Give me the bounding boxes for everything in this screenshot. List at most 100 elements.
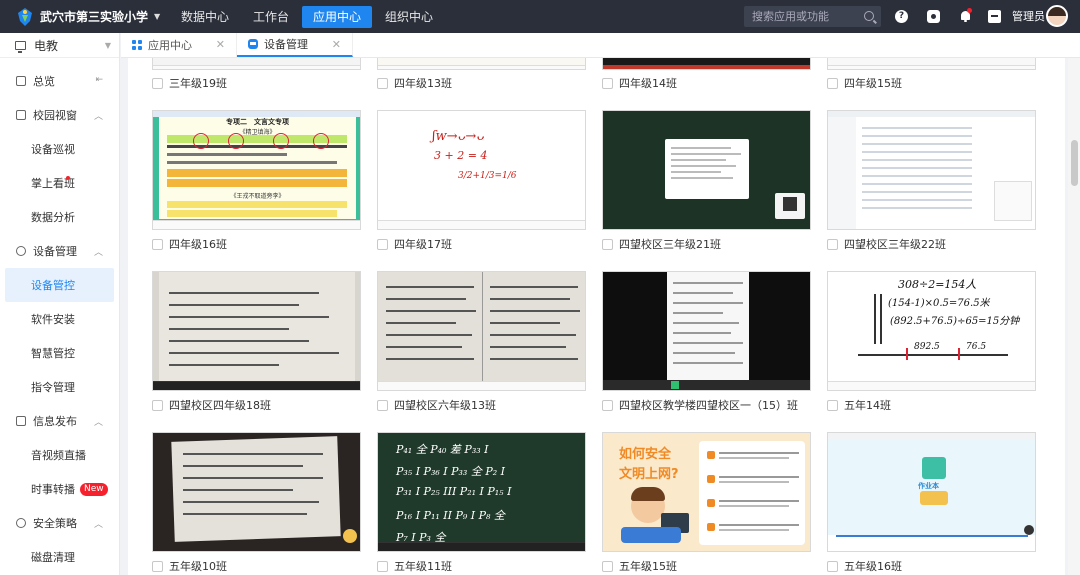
device-card[interactable]: 专项二 文言文专项 《精卫填海》 《王戎不取道旁李》	[152, 110, 361, 230]
device-card[interactable]	[827, 58, 1036, 70]
nav-app-center[interactable]: 应用中心	[302, 5, 373, 28]
sidebar-item-label: 音视频直播	[31, 449, 86, 462]
device-card[interactable]	[377, 58, 586, 70]
select-checkbox[interactable]	[602, 560, 613, 572]
select-checkbox[interactable]	[827, 77, 838, 89]
screen-thumbnail[interactable]: 308÷2=154人 (154-1)×0.5=76.5米 (892.5+76.5…	[827, 271, 1036, 391]
device-card[interactable]	[152, 432, 361, 552]
sidebar-item-software-install[interactable]: 软件安装	[0, 302, 119, 336]
sidebar-header[interactable]: 电教 ▼	[0, 33, 119, 58]
select-checkbox[interactable]	[152, 399, 163, 411]
device-card[interactable]	[602, 110, 811, 230]
nav-workbench[interactable]: 工作台	[242, 6, 300, 28]
select-checkbox[interactable]	[602, 77, 613, 89]
screen-thumbnail[interactable]	[377, 271, 586, 391]
select-checkbox[interactable]	[827, 399, 838, 411]
device-card[interactable]	[377, 271, 586, 391]
device-caption: 五年级15班	[602, 558, 677, 574]
tab-app-center[interactable]: 应用中心 ✕	[121, 33, 237, 57]
screen-thumbnail[interactable]	[152, 432, 361, 552]
whiteboard-toolbar	[378, 381, 585, 390]
sidebar-item-disk-cleanup[interactable]: 磁盘清理	[0, 540, 119, 574]
school-switcher[interactable]: 武穴市第三实验小学 ▼	[0, 7, 165, 27]
chevron-up-icon: ︿	[93, 418, 103, 428]
message-icon[interactable]	[988, 10, 1001, 23]
screen-thumbnail[interactable]: 作业本	[827, 432, 1036, 552]
sidebar-item-av-live[interactable]: 音视频直播	[0, 438, 119, 472]
screen-thumbnail[interactable]	[602, 271, 811, 391]
device-card[interactable]	[602, 58, 811, 70]
device-card[interactable]: 作业本	[827, 432, 1036, 552]
device-caption: 三年级19班	[152, 75, 227, 91]
screen-thumbnail[interactable]: ʃᴡ→ᴗ→ᴗ 3 + 2 = 4 3/2+1/3=1/6	[377, 110, 586, 230]
device-card[interactable]: 如何安全 文明上网?	[602, 432, 811, 552]
scrollbar-thumb[interactable]	[1071, 140, 1078, 186]
screen-thumbnail[interactable]	[602, 58, 811, 70]
screen-thumbnail[interactable]	[602, 110, 811, 230]
class-name: 五年级16班	[844, 560, 902, 573]
sidebar-item-data-analysis[interactable]: 数据分析	[0, 200, 119, 234]
screen-thumbnail[interactable]	[377, 58, 586, 70]
select-checkbox[interactable]	[602, 238, 613, 250]
screen-thumbnail[interactable]	[152, 271, 361, 391]
device-caption: 四年级15班	[827, 75, 902, 91]
tab-device-management[interactable]: 设备管理 ✕	[237, 33, 353, 57]
sidebar-item-label: 时事转播	[31, 483, 75, 496]
screen-thumbnail[interactable]: 如何安全 文明上网?	[602, 432, 811, 552]
screen-thumbnail[interactable]: P₄₁ 全 P₄₀ 差 P₃₃ I P₃₅ I P₃₆ I P₃₃ 全 P₂ I…	[377, 432, 586, 552]
top-bar: 武穴市第三实验小学 ▼ 数据中心 工作台 应用中心 组织中心 搜索应用或功能 ?…	[0, 0, 1080, 33]
device-card[interactable]	[602, 271, 811, 391]
screen-thumbnail[interactable]	[152, 58, 361, 70]
select-checkbox[interactable]	[602, 399, 613, 411]
sidebar-item-smart-control[interactable]: 智慧管控	[0, 336, 119, 370]
search-icon[interactable]	[864, 11, 874, 21]
help-icon[interactable]: ?	[895, 10, 908, 23]
sidebar-item-device-control[interactable]: 设备管控	[5, 268, 114, 302]
select-checkbox[interactable]	[377, 238, 388, 250]
select-checkbox[interactable]	[827, 238, 838, 250]
close-icon[interactable]: ✕	[332, 38, 341, 51]
select-checkbox[interactable]	[152, 560, 163, 572]
sidebar-group-campus[interactable]: 校园视窗 ︿	[0, 98, 119, 132]
device-card[interactable]: P₄₁ 全 P₄₀ 差 P₃₃ I P₃₅ I P₃₆ I P₃₃ 全 P₂ I…	[377, 432, 586, 552]
sidebar-item-overview[interactable]: 总览 ⇤	[0, 64, 119, 98]
close-icon[interactable]: ✕	[216, 38, 225, 51]
sidebar-group-info[interactable]: 信息发布 ︿	[0, 404, 119, 438]
device-card[interactable]: 308÷2=154人 (154-1)×0.5=76.5米 (892.5+76.5…	[827, 271, 1036, 391]
tab-label: 设备管理	[264, 38, 308, 51]
sidebar-item-mobile-view[interactable]: 掌上看班	[0, 166, 119, 200]
sidebar-group-security[interactable]: 安全策略 ︿	[0, 506, 119, 540]
device-icon	[248, 39, 258, 49]
nav-data-center[interactable]: 数据中心	[170, 6, 240, 28]
sidebar-group-device[interactable]: 设备管理 ︿	[0, 234, 119, 268]
vertical-scrollbar[interactable]	[1068, 58, 1080, 575]
user-name[interactable]: 管理员	[1012, 0, 1045, 33]
select-checkbox[interactable]	[152, 77, 163, 89]
device-card[interactable]	[152, 271, 361, 391]
device-card[interactable]: ʃᴡ→ᴗ→ᴗ 3 + 2 = 4 3/2+1/3=1/6	[377, 110, 586, 230]
select-checkbox[interactable]	[827, 560, 838, 572]
sidebar-item-label: 智慧管控	[31, 347, 75, 360]
select-checkbox[interactable]	[152, 238, 163, 250]
device-card[interactable]	[152, 58, 361, 70]
class-name: 四年级16班	[169, 238, 227, 251]
screen-thumbnail[interactable]: 专项二 文言文专项 《精卫填海》 《王戎不取道旁李》	[152, 110, 361, 230]
search-input[interactable]: 搜索应用或功能	[744, 6, 881, 27]
sidebar-item-device-patrol[interactable]: 设备巡视	[0, 132, 119, 166]
nav-org-center[interactable]: 组织中心	[374, 6, 444, 28]
sidebar-group-label: 校园视窗	[33, 109, 77, 122]
device-caption: 五年级11班	[377, 558, 452, 574]
collapse-icon[interactable]: ⇤	[95, 75, 103, 85]
screen-thumbnail[interactable]	[827, 110, 1036, 230]
whiteboard-toolbar	[828, 381, 1035, 390]
sidebar-item-command-mgmt[interactable]: 指令管理	[0, 370, 119, 404]
device-card[interactable]	[827, 110, 1036, 230]
select-checkbox[interactable]	[377, 77, 388, 89]
avatar[interactable]	[1046, 5, 1068, 27]
select-checkbox[interactable]	[377, 560, 388, 572]
sidebar-item-news-relay[interactable]: 时事转播 New	[0, 472, 119, 506]
select-checkbox[interactable]	[377, 399, 388, 411]
screen-thumbnail[interactable]	[827, 58, 1036, 70]
settings-icon[interactable]	[927, 10, 940, 23]
search-placeholder: 搜索应用或功能	[752, 10, 829, 23]
